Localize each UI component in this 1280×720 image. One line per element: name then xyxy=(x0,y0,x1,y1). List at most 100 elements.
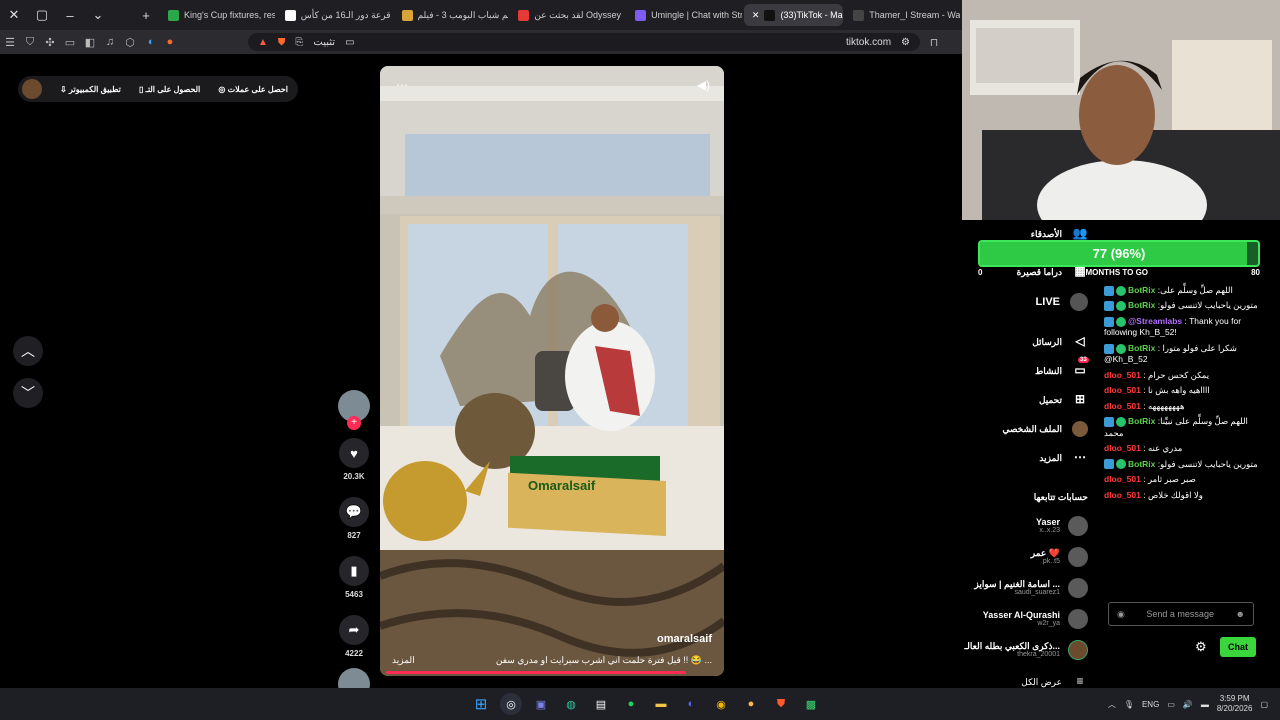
followed-account[interactable]: Yasser Al-Qurashi w2r_ya xyxy=(983,609,1088,629)
comment-button[interactable]: 💬 xyxy=(339,497,369,527)
emote-icon[interactable]: ◉ xyxy=(1117,609,1125,620)
network-icon[interactable]: ▭ xyxy=(1167,700,1175,709)
notifications-icon[interactable]: ▢ xyxy=(1260,700,1268,709)
whatsapp-icon[interactable]: ▩ xyxy=(800,693,822,715)
steam-icon[interactable]: ◎ xyxy=(500,693,522,715)
chat-settings-icon[interactable]: ⚙ xyxy=(1195,639,1207,655)
language-indicator[interactable]: ENG xyxy=(1142,700,1159,709)
extension-icon[interactable]: ⬡ xyxy=(120,36,140,49)
store-icon[interactable]: ▤ xyxy=(590,693,612,715)
save-button[interactable]: ▮ xyxy=(339,556,369,586)
desktop-app-button[interactable]: ⇩ تطبيق الكمبيوتر xyxy=(60,85,121,94)
fire-icon[interactable]: ● xyxy=(160,36,180,48)
previous-video-button[interactable]: ︿ xyxy=(13,336,43,366)
followed-account[interactable]: عمر ❤️ pk..t5 xyxy=(1031,547,1088,567)
url-text[interactable]: tiktok.com xyxy=(846,37,891,48)
close-window-icon[interactable]: ✕ xyxy=(0,0,28,30)
sidebar-item-profile[interactable]: الملف الشخصي xyxy=(948,421,1088,437)
smiley-icon[interactable]: ☻ xyxy=(1236,609,1245,619)
followed-account[interactable]: اسامة الغنيم | سوايز ... saudi_suarez1 xyxy=(974,578,1088,598)
site-settings-icon[interactable]: ⚙ xyxy=(901,37,910,48)
chat-username[interactable]: BotRix xyxy=(1128,343,1155,353)
browser-tab[interactable]: Umingle | Chat with Stra xyxy=(627,4,742,26)
like-button[interactable]: ♥ xyxy=(339,438,369,468)
followed-account[interactable]: ذكرى الكعبي بطله العالـ... thekra_20001 xyxy=(965,640,1088,660)
new-tab-icon[interactable]: + xyxy=(132,0,160,30)
caption-more-link[interactable]: المزيد xyxy=(392,655,415,666)
brave-shield-icon[interactable]: ⛊ xyxy=(278,37,286,48)
tiktok-page: ⇩ تطبيق الكمبيوتر ▯ الحصول على التـ ◎ اح… xyxy=(0,54,962,700)
chat-username[interactable]: dloo_501 xyxy=(1104,490,1141,500)
verified-check-icon xyxy=(1116,316,1126,327)
browser-tab[interactable]: King's Cup fixtures, resu xyxy=(160,4,275,26)
next-video-button[interactable]: ﹀ xyxy=(13,378,43,408)
browser-tab[interactable]: Thamer_I Stream - Wat xyxy=(845,4,960,26)
followed-account[interactable]: Yaser x..x.23 xyxy=(1036,516,1088,536)
chrome-icon[interactable]: ◉ xyxy=(710,693,732,715)
chat-username[interactable]: dloo_501 xyxy=(1104,443,1141,453)
restore-icon[interactable]: ▢ xyxy=(28,0,56,30)
menu-icon[interactable]: ☰ xyxy=(0,36,20,49)
get-coins-button[interactable]: ◎ احصل على عملات xyxy=(218,85,288,94)
brave-rewards-icon[interactable]: ▲ xyxy=(258,37,268,48)
folder-icon[interactable]: ▬ xyxy=(650,693,672,715)
edge-icon[interactable]: ◍ xyxy=(560,693,582,715)
sidebar-item-more[interactable]: المزيد ⋯ xyxy=(948,450,1088,466)
teams-icon[interactable]: ▣ xyxy=(530,693,552,715)
avatar[interactable] xyxy=(22,79,42,99)
brave-icon[interactable]: ⛊ xyxy=(770,693,792,715)
omnibox[interactable]: ▲ ⛊ ⎘ تثبيت ▭ tiktok.com ⚙ xyxy=(248,33,920,51)
puzzle-icon[interactable]: ✣ xyxy=(40,36,60,49)
browser-tab[interactable]: ✕ (33)TikTok - Mak xyxy=(743,4,844,26)
sidebar-item-activity[interactable]: النشاط ▭ 33 xyxy=(948,357,1089,379)
mic-icon[interactable]: 🎙 xyxy=(1124,700,1134,709)
chat-username[interactable]: BotRix xyxy=(1128,459,1155,469)
sidebar-item-live[interactable]: LIVE xyxy=(948,293,1088,311)
get-app-button[interactable]: ▯ الحصول على التـ xyxy=(139,85,200,94)
minimize-icon[interactable]: – xyxy=(56,0,84,30)
chat-username[interactable]: BotRix xyxy=(1128,285,1155,295)
start-icon[interactable]: ⊞ xyxy=(470,693,492,715)
discord-icon[interactable]: ◐ xyxy=(680,693,702,715)
video-progress-bar[interactable] xyxy=(386,671,686,674)
video-player[interactable]: Omaralsaif ⋯ ◀) omaralsaif المزيد قبل فت… xyxy=(380,66,724,676)
close-tab-icon[interactable]: ✕ xyxy=(752,10,760,21)
chat-username[interactable]: BotRix xyxy=(1128,416,1155,426)
chat-username[interactable]: dloo_501 xyxy=(1104,385,1141,395)
sidebar-icon[interactable]: ◧ xyxy=(80,36,100,49)
tab-list-icon[interactable]: ⌄ xyxy=(84,0,112,30)
creator-avatar[interactable]: + xyxy=(338,390,370,430)
spotify-icon[interactable]: ● xyxy=(620,693,642,715)
music-icon[interactable]: ♫ xyxy=(100,36,120,48)
wave-icon[interactable]: ◖ xyxy=(140,36,160,48)
tabs-icon[interactable]: ▭ xyxy=(60,36,80,49)
clock[interactable]: 3:59 PM 8/20/2026 xyxy=(1217,694,1253,713)
chat-input[interactable]: ◉ Send a message ☻ xyxy=(1108,602,1254,626)
chat-username[interactable]: dloo_501 xyxy=(1104,474,1141,484)
browser-tab[interactable]: فيلم شباب البومب 3 - فيلم xyxy=(394,4,508,26)
share-button[interactable]: ➦ xyxy=(339,615,369,645)
battery-icon[interactable]: ▬ xyxy=(1201,700,1209,709)
app-icon[interactable]: ● xyxy=(740,693,762,715)
chat-username[interactable]: BotRix xyxy=(1128,300,1155,310)
bookmark-icon[interactable]: ⊓ xyxy=(924,36,944,49)
chat-username[interactable]: @Streamlabs xyxy=(1128,316,1182,326)
chat-username[interactable]: dloo_501 xyxy=(1104,370,1141,380)
chat-send-button[interactable]: Chat xyxy=(1220,637,1256,657)
sidebar-item-upload[interactable]: تحميل ⊞ xyxy=(948,392,1088,408)
browser-tab[interactable]: قرعة دور الـ16 من كأس xyxy=(277,4,392,26)
install-button[interactable]: تثبيت xyxy=(313,37,335,48)
video-more-options-icon[interactable]: ⋯ xyxy=(396,78,408,92)
sidebar-item-messages[interactable]: الرسائل ◁ xyxy=(948,334,1088,350)
shield-icon[interactable]: ⛉ xyxy=(20,36,40,49)
volume-icon[interactable]: 🔊 xyxy=(1183,700,1193,709)
follow-plus-icon[interactable]: + xyxy=(347,416,361,430)
action-rail: + ♥ 20.3K 💬 827 ▮ 5463 ➦ 4222 xyxy=(338,390,370,700)
volume-icon[interactable]: ◀) xyxy=(697,78,710,92)
goal-min: 0 xyxy=(978,268,983,277)
chat-username[interactable]: dloo_501 xyxy=(1104,401,1141,411)
share-icon[interactable]: ⎘ xyxy=(295,37,303,48)
chevron-up-icon[interactable]: ︿ xyxy=(1108,699,1116,710)
video-username[interactable]: omaralsaif xyxy=(392,633,712,645)
browser-tab[interactable]: لقد بحثت عن Odyssey xyxy=(510,4,625,26)
